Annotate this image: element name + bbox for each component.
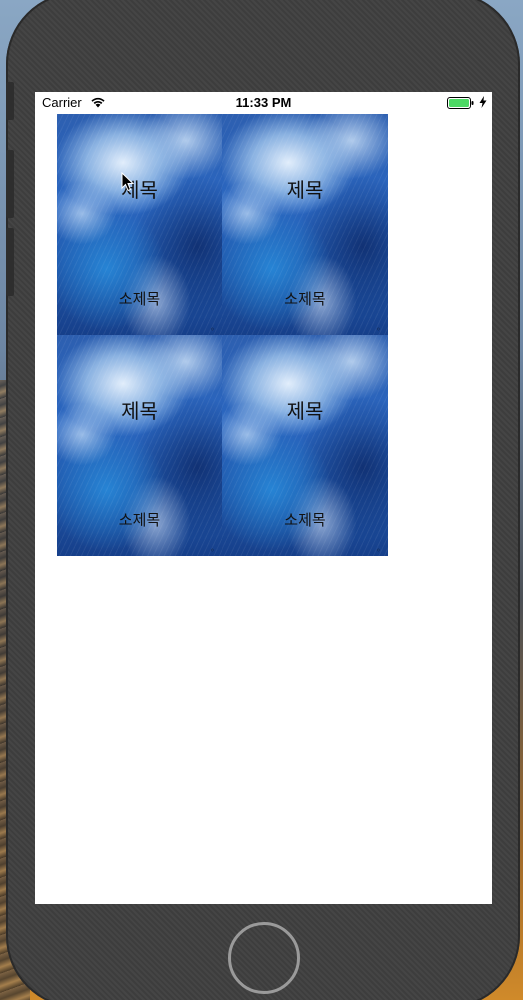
cell-title: 제목 bbox=[121, 178, 158, 202]
volume-down-button bbox=[6, 228, 14, 296]
corner-glyph-icon: ◦ bbox=[210, 546, 215, 555]
grid-cell[interactable]: 제목 소제목 ◦ bbox=[57, 114, 222, 335]
corner-glyph-icon: ◦ bbox=[210, 325, 215, 334]
status-bar: Carrier 11:33 PM bbox=[35, 92, 492, 112]
grid-cell[interactable]: 제목 소제목 ◦ bbox=[57, 335, 222, 556]
grid-cell[interactable]: 제목 소제목 ◦ bbox=[222, 335, 388, 556]
cell-subtitle: 소제목 bbox=[284, 511, 326, 529]
cell-subtitle: 소제목 bbox=[118, 290, 161, 308]
home-button[interactable] bbox=[228, 922, 300, 994]
battery-icon bbox=[447, 97, 474, 109]
cell-title: 제목 bbox=[286, 399, 324, 423]
cell-subtitle: 소제목 bbox=[284, 290, 326, 308]
volume-up-button bbox=[6, 150, 14, 218]
grid-cell[interactable]: 제목 소제목 ◦ bbox=[222, 114, 388, 335]
device-screen: Carrier 11:33 PM 제목 소제목 ◦ 제목 소제목 ◦ 제목 소제… bbox=[35, 92, 492, 904]
cell-title: 제목 bbox=[121, 399, 158, 423]
status-time: 11:33 PM bbox=[235, 95, 292, 110]
cell-subtitle: 소제목 bbox=[118, 511, 161, 529]
corner-glyph-icon: ◦ bbox=[376, 546, 381, 555]
mute-switch bbox=[6, 82, 14, 120]
image-grid: 제목 소제목 ◦ 제목 소제목 ◦ 제목 소제목 ◦ 제목 소제목 ◦ bbox=[57, 114, 388, 556]
cell-title: 제목 bbox=[286, 178, 324, 202]
bolt-icon bbox=[479, 96, 487, 108]
corner-glyph-icon: ◦ bbox=[376, 325, 381, 334]
cursor-icon bbox=[121, 172, 135, 192]
